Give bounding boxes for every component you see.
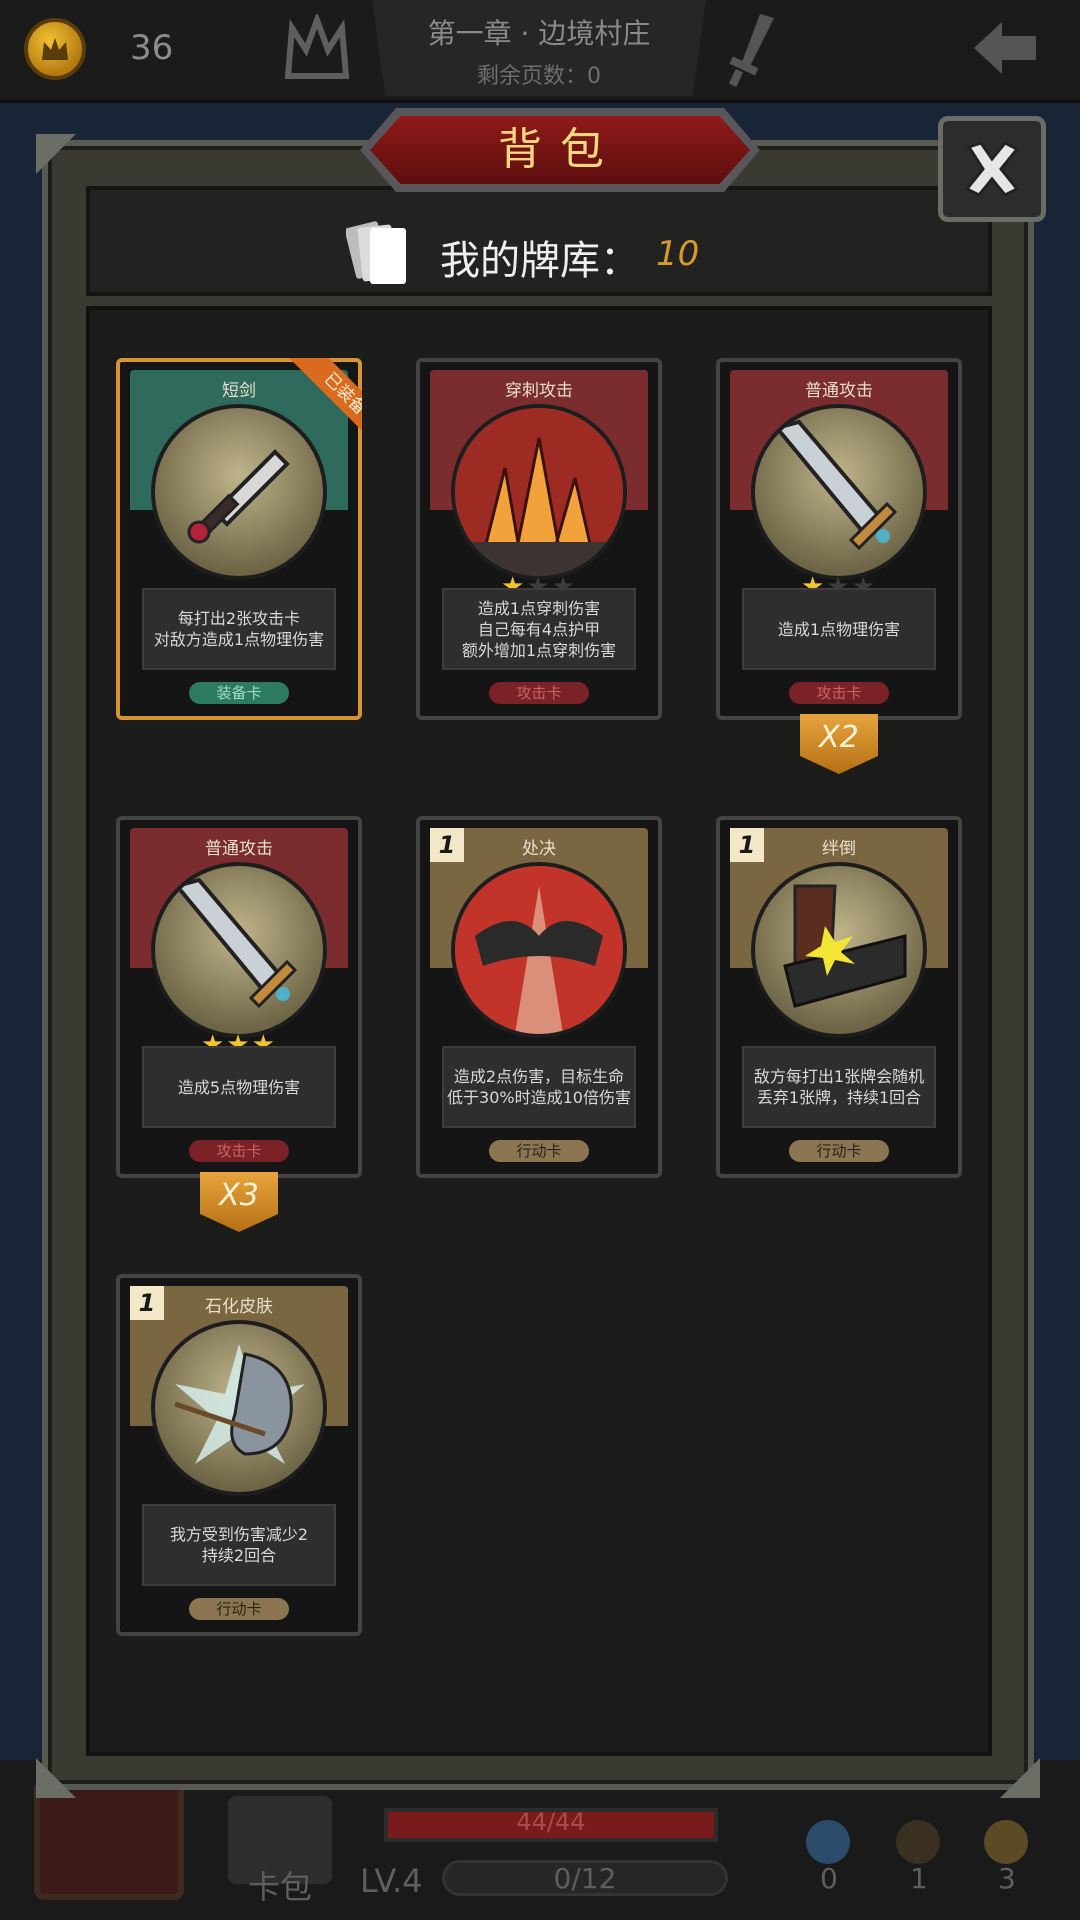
chapter-title: 第一章 · 边境村庄 (427, 17, 651, 50)
level-label: LV.4 (360, 1862, 423, 1900)
card-type-badge: 行动卡 (489, 1140, 589, 1162)
card-type-badge: 行动卡 (789, 1140, 889, 1162)
potion-count: 0 (820, 1862, 838, 1895)
card-description: 造成1点物理伤害 (742, 588, 936, 670)
pages-left: 剩余页数：0 (477, 64, 601, 89)
back-arrow-icon[interactable] (970, 18, 1040, 82)
card-type-badge: 装备卡 (189, 682, 289, 704)
card-art (151, 862, 327, 1038)
card-description: 每打出2张攻击卡 对敌方造成1点物理伤害 (142, 588, 336, 670)
scroll-count: 3 (998, 1862, 1016, 1895)
card-type-badge: 攻击卡 (789, 682, 889, 704)
scroll-icon[interactable] (984, 1820, 1028, 1864)
close-button[interactable] (938, 116, 1046, 222)
deck-count: 10 (656, 234, 700, 274)
card-name: 穿刺攻击 (505, 381, 573, 401)
card-name: 普通攻击 (205, 839, 273, 859)
top-bar: 36 第一章 · 边境村庄 剩余页数：0 (0, 0, 1080, 103)
coin-count: 36 (130, 28, 174, 68)
card-cost-badge: 1 (130, 1286, 164, 1320)
equipped-label: 已装备 (289, 358, 362, 448)
sword-icon[interactable] (720, 10, 780, 94)
hp-text: 44/44 (516, 1808, 586, 1836)
card-4[interactable]: 普通攻击 ★★★ 造成5点物理伤害 攻击卡 (116, 816, 362, 1178)
card-pack-label: 卡包 (248, 1868, 313, 1906)
card-3[interactable]: 普通攻击 ★★★ 造成1点物理伤害 攻击卡 (716, 358, 962, 720)
cards-icon (344, 218, 412, 294)
card-cost-badge: 1 (430, 828, 464, 862)
card-description: 造成5点物理伤害 (142, 1046, 336, 1128)
chest-icon[interactable] (34, 1780, 184, 1900)
card-name: 普通攻击 (805, 381, 873, 401)
card-2[interactable]: 穿刺攻击 ★★★ 造成1点穿刺伤害 自己每有4点护甲 额外增加1点穿刺伤害 攻击卡 (416, 358, 662, 720)
card-1[interactable]: 短剑 每打出2张攻击卡 对敌方造成1点物理伤害 装备卡 已装备 (116, 358, 362, 720)
card-description: 敌方每打出1张牌会随机 丢弃1张牌，持续1回合 (742, 1046, 936, 1128)
card-art (451, 404, 627, 580)
deck-label: 我的牌库： (440, 238, 640, 284)
card-cost-badge: 1 (730, 828, 764, 862)
card-type-badge: 攻击卡 (189, 1140, 289, 1162)
card-art (451, 862, 627, 1038)
card-art (751, 404, 927, 580)
card-type-badge: 行动卡 (189, 1598, 289, 1620)
xp-text: 0/12 (553, 1862, 617, 1895)
hourglass-icon[interactable] (896, 1820, 940, 1864)
card-description: 造成2点伤害，目标生命 低于30%时造成10倍伤害 (442, 1046, 636, 1128)
card-description: 造成1点穿刺伤害 自己每有4点护甲 额外增加1点穿刺伤害 (442, 588, 636, 670)
card-type-badge: 攻击卡 (489, 682, 589, 704)
crown-coin-icon (24, 18, 86, 80)
card-7[interactable]: 石化皮肤 我方受到伤害减少2 持续2回合 行动卡 1 (116, 1274, 362, 1636)
card-5[interactable]: 处决 造成2点伤害，目标生命 低于30%时造成10倍伤害 行动卡 1 (416, 816, 662, 1178)
card-description: 我方受到伤害减少2 持续2回合 (142, 1504, 336, 1586)
hourglass-count: 1 (910, 1862, 928, 1895)
modal-title: 背包 (498, 124, 622, 175)
card-art (151, 1320, 327, 1496)
chapter-box: 第一章 · 边境村庄 剩余页数：0 (372, 0, 706, 96)
card-6[interactable]: 绊倒 敌方每打出1张牌会随机 丢弃1张牌，持续1回合 行动卡 1 (716, 816, 962, 1178)
close-icon (964, 141, 1020, 197)
potion-icon[interactable] (806, 1820, 850, 1864)
equipped-ribbon: 已装备 (272, 358, 362, 448)
crown-icon[interactable] (282, 11, 352, 88)
card-art (751, 862, 927, 1038)
